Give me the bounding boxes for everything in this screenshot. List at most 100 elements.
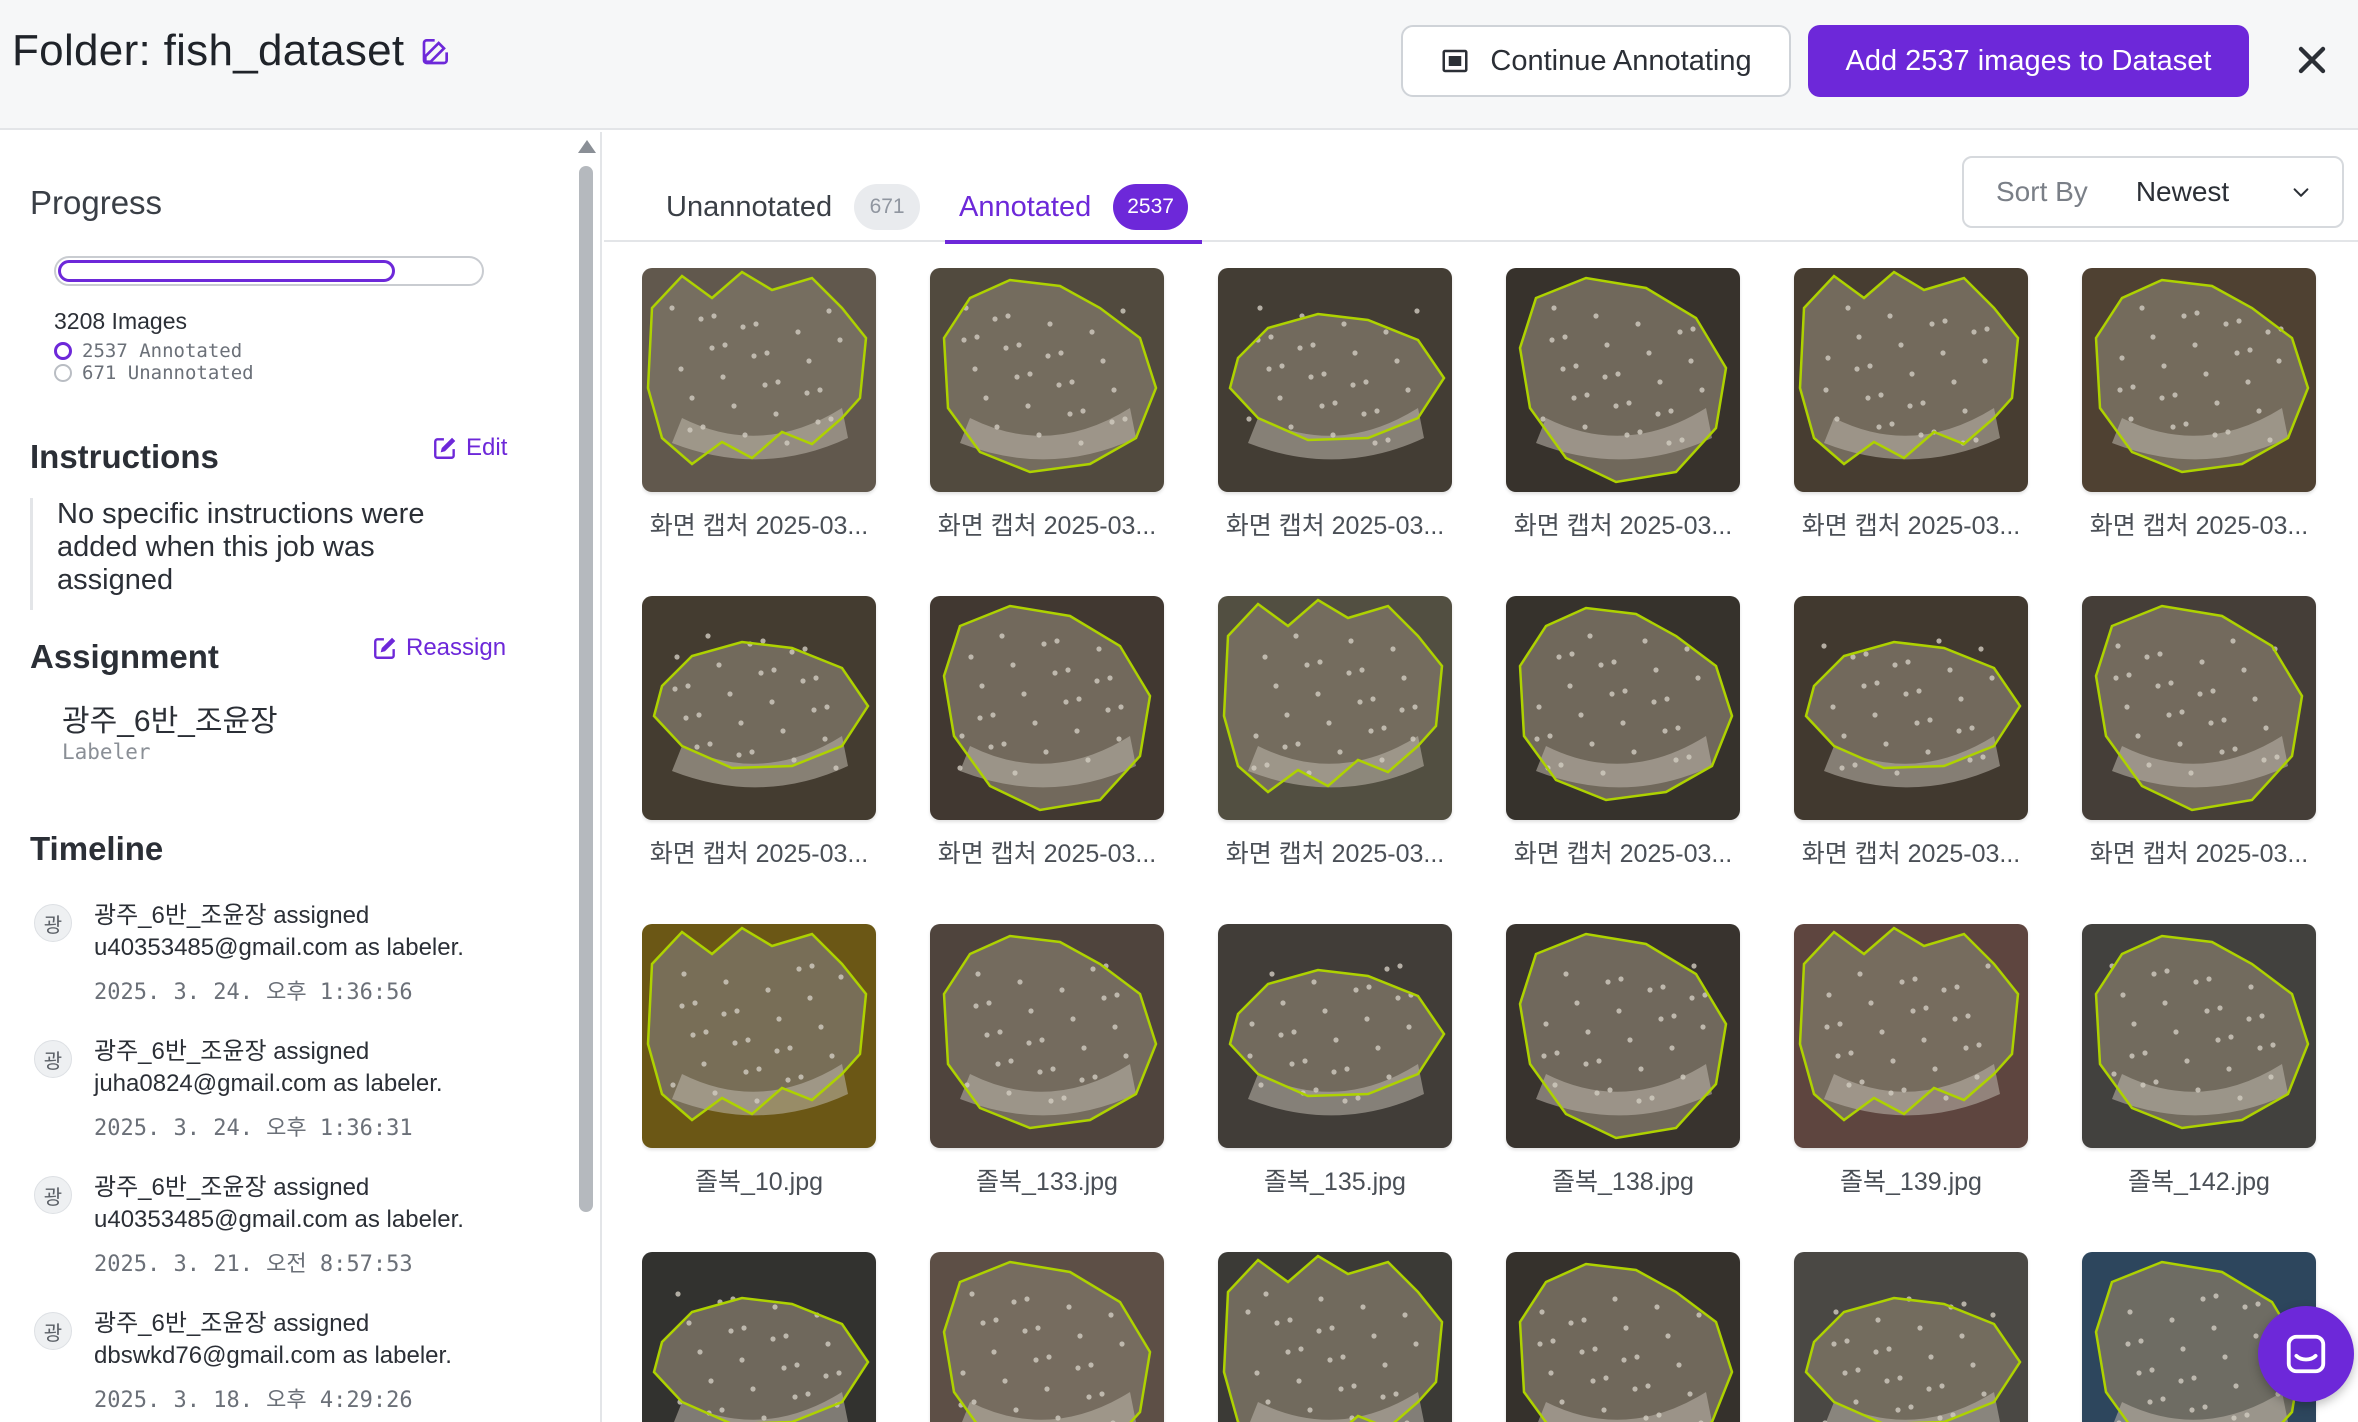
fish-photo xyxy=(930,268,1164,492)
image-card[interactable]: 졸복_135.jpg xyxy=(1218,924,1452,1198)
tab-unannotated[interactable]: Unannotated 671 xyxy=(666,172,921,242)
fish-photo xyxy=(930,1252,1164,1422)
add-to-dataset-button[interactable]: Add 2537 images to Dataset xyxy=(1808,25,2249,97)
tab-annotated[interactable]: Annotated 2537 xyxy=(945,172,1202,244)
fish-photo xyxy=(642,268,876,492)
image-card[interactable]: 화면 캡처 2025-03... xyxy=(930,268,1164,542)
image-thumbnail[interactable] xyxy=(642,924,876,1148)
sort-dropdown[interactable]: Sort By Newest xyxy=(1962,156,2344,228)
timeline-line1: 광주_6반_조윤장 assigned xyxy=(94,902,370,929)
fish-photo xyxy=(1794,268,2028,492)
image-card[interactable] xyxy=(1506,1252,1740,1422)
image-thumbnail[interactable] xyxy=(642,596,876,820)
image-thumbnail[interactable] xyxy=(1218,268,1452,492)
fish-photo xyxy=(1506,1252,1740,1422)
fish-photo xyxy=(930,596,1164,820)
fish-photo xyxy=(1506,268,1740,492)
image-thumbnail[interactable] xyxy=(1794,268,2028,492)
edit-icon xyxy=(374,637,396,659)
legend-unannotated: 671 Unannotated xyxy=(54,362,254,384)
image-thumbnail[interactable] xyxy=(642,1252,876,1422)
timeline-heading: Timeline xyxy=(30,830,164,867)
fish-photo xyxy=(642,596,876,820)
continue-annotating-button[interactable]: Continue Annotating xyxy=(1401,25,1791,97)
image-card[interactable]: 화면 캡처 2025-03... xyxy=(642,596,876,870)
image-thumbnail[interactable] xyxy=(2082,268,2316,492)
image-filename: 졸복_138.jpg xyxy=(1552,1168,1694,1196)
assignment-heading: Assignment xyxy=(30,638,219,675)
image-card[interactable]: 졸복_139.jpg xyxy=(1794,924,2028,1198)
image-card[interactable]: 화면 캡처 2025-03... xyxy=(1794,596,2028,870)
avatar: 광 xyxy=(34,1040,72,1078)
image-filename: 화면 캡처 2025-03... xyxy=(1801,512,2021,540)
edit-folder-name-icon[interactable] xyxy=(420,35,452,67)
image-card[interactable]: 졸복_10.jpg xyxy=(642,924,876,1198)
progress-fill xyxy=(58,260,395,282)
timeline-message: 광주_6반_조윤장 assigned dbswkd76@gmail.com as… xyxy=(94,1308,452,1372)
fish-photo xyxy=(642,1252,876,1422)
image-thumbnail[interactable] xyxy=(2082,596,2316,820)
sidebar-scrollbar[interactable] xyxy=(579,166,593,1212)
instructions-text: No specific instructions were added when… xyxy=(30,498,470,610)
image-thumbnail[interactable] xyxy=(930,1252,1164,1422)
image-card[interactable]: 화면 캡처 2025-03... xyxy=(1218,596,1452,870)
image-filename: 졸복_135.jpg xyxy=(1264,1168,1406,1196)
instructions-heading: Instructions xyxy=(30,438,219,475)
fish-photo xyxy=(1794,1252,2028,1422)
image-thumbnail[interactable] xyxy=(1506,596,1740,820)
image-thumbnail[interactable] xyxy=(1506,924,1740,1148)
tab-annotated-label: Annotated xyxy=(959,190,1092,223)
top-bar: Folder: fish_dataset Continue Annotating… xyxy=(0,0,2358,130)
tab-unannotated-label: Unannotated xyxy=(666,190,833,223)
image-card[interactable]: 졸복_142.jpg xyxy=(2082,924,2316,1198)
image-thumbnail[interactable] xyxy=(1506,1252,1740,1422)
image-thumbnail[interactable] xyxy=(1794,1252,2028,1422)
image-thumbnail[interactable] xyxy=(1506,268,1740,492)
image-total: 3208 Images xyxy=(54,308,187,334)
reassign-link-label: Reassign xyxy=(406,634,507,661)
image-filename: 화면 캡처 2025-03... xyxy=(1513,840,1733,868)
image-filename: 화면 캡처 2025-03... xyxy=(1801,840,2021,868)
chevron-down-icon xyxy=(2293,188,2309,197)
progress-heading: Progress xyxy=(30,184,163,221)
image-thumbnail[interactable] xyxy=(642,268,876,492)
timeline-date: 2025. 3. 18. 오후 4:29:26 xyxy=(94,1388,413,1413)
scroll-up-arrow-icon[interactable] xyxy=(578,140,596,153)
image-card[interactable] xyxy=(1218,1252,1452,1422)
image-card[interactable]: 졸복_133.jpg xyxy=(930,924,1164,1198)
image-card[interactable]: 화면 캡처 2025-03... xyxy=(2082,596,2316,870)
fish-photo xyxy=(1218,924,1452,1148)
image-thumbnail[interactable] xyxy=(1218,1252,1452,1422)
image-thumbnail[interactable] xyxy=(1794,924,2028,1148)
close-icon[interactable] xyxy=(2290,38,2334,82)
image-card[interactable]: 화면 캡처 2025-03... xyxy=(1218,268,1452,542)
fish-photo xyxy=(2082,596,2316,820)
image-card[interactable]: 화면 캡처 2025-03... xyxy=(2082,268,2316,542)
add-to-dataset-label: Add 2537 images to Dataset xyxy=(1845,44,2212,77)
image-thumbnail[interactable] xyxy=(2082,924,2316,1148)
image-card[interactable]: 화면 캡처 2025-03... xyxy=(1506,268,1740,542)
image-thumbnail[interactable] xyxy=(1218,924,1452,1148)
sort-label: Sort By xyxy=(1996,176,2088,207)
fish-photo xyxy=(930,924,1164,1148)
image-card[interactable]: 화면 캡처 2025-03... xyxy=(1506,596,1740,870)
image-thumbnail[interactable] xyxy=(1794,596,2028,820)
image-card[interactable]: 화면 캡처 2025-03... xyxy=(930,596,1164,870)
image-thumbnail[interactable] xyxy=(1218,596,1452,820)
image-card[interactable] xyxy=(930,1252,1164,1422)
image-card[interactable]: 졸복_138.jpg xyxy=(1506,924,1740,1198)
reassign-link[interactable]: Reassign xyxy=(372,634,506,662)
edit-instructions-link[interactable]: Edit xyxy=(432,434,507,462)
image-filename: 졸복_142.jpg xyxy=(2128,1168,2270,1196)
image-thumbnail[interactable] xyxy=(930,268,1164,492)
image-thumbnail[interactable] xyxy=(930,924,1164,1148)
image-card[interactable]: 화면 캡처 2025-03... xyxy=(642,268,876,542)
continue-annotating-label: Continue Annotating xyxy=(1490,44,1752,77)
chat-support-button[interactable] xyxy=(2258,1306,2354,1402)
image-thumbnail[interactable] xyxy=(930,596,1164,820)
image-card[interactable] xyxy=(1794,1252,2028,1422)
avatar: 광 xyxy=(34,904,72,942)
fish-photo xyxy=(1794,924,2028,1148)
image-card[interactable]: 화면 캡처 2025-03... xyxy=(1794,268,2028,542)
image-card[interactable] xyxy=(642,1252,876,1422)
